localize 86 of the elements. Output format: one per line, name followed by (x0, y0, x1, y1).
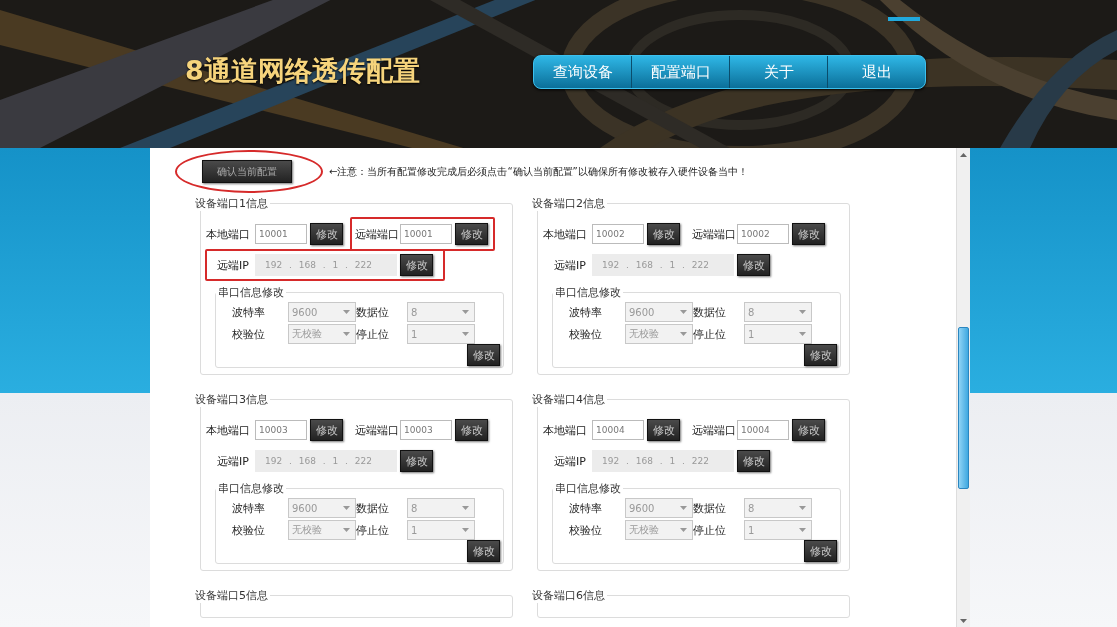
modify-button[interactable]: 修改 (455, 223, 488, 245)
caret-icon (799, 310, 806, 314)
field-label: 波特率 (569, 304, 603, 320)
modify-button[interactable]: 修改 (467, 344, 500, 366)
scroll-down-icon[interactable] (960, 618, 967, 623)
field-label: 波特率 (232, 500, 266, 516)
confirm-button[interactable]: 确认当前配置 (201, 160, 292, 183)
input-field[interactable]: 10004 (592, 420, 644, 440)
modify-button[interactable]: 修改 (310, 419, 343, 441)
input-field[interactable]: 10003 (255, 420, 307, 440)
accent-bar (888, 17, 920, 21)
caret-icon (343, 310, 350, 314)
input-field[interactable]: 10001 (255, 224, 307, 244)
section-title: 设备端口1信息 (193, 196, 270, 211)
field-label: 停止位 (693, 326, 727, 342)
field-label: 远端端口 (692, 422, 734, 438)
field-label: 校验位 (232, 522, 266, 538)
modify-button[interactable]: 修改 (804, 540, 837, 562)
caret-icon (799, 528, 806, 532)
field-label: 校验位 (569, 326, 603, 342)
input-field[interactable]: 10001 (400, 224, 452, 244)
caret-icon (462, 310, 469, 314)
field-label: 本地端口 (206, 226, 251, 242)
field-label: 数据位 (693, 500, 727, 516)
field-label: 远端端口 (355, 422, 397, 438)
field-label: 波特率 (569, 500, 603, 516)
modify-button[interactable]: 修改 (467, 540, 500, 562)
section-title: 设备端口2信息 (530, 196, 607, 211)
field-label: 远端端口 (355, 226, 397, 242)
field-label: 本地端口 (543, 226, 588, 242)
caret-icon (462, 506, 469, 510)
field-label: 停止位 (356, 522, 390, 538)
caret-icon (680, 506, 687, 510)
caret-icon (799, 506, 806, 510)
modify-button[interactable]: 修改 (792, 419, 825, 441)
modify-button[interactable]: 修改 (792, 223, 825, 245)
modify-button[interactable]: 修改 (647, 223, 680, 245)
section-title: 串口信息修改 (216, 481, 286, 496)
field-label: 数据位 (356, 500, 390, 516)
field-label: 校验位 (569, 522, 603, 538)
section-title: 设备端口6信息 (530, 588, 607, 603)
nav-link[interactable]: 退出 (827, 56, 925, 88)
caret-icon (462, 528, 469, 532)
field-label: 远端IP (217, 453, 250, 469)
section-title: 设备端口5信息 (193, 588, 270, 603)
caret-icon (680, 332, 687, 336)
field-label: 停止位 (693, 522, 727, 538)
field-label: 停止位 (356, 326, 390, 342)
caret-icon (343, 528, 350, 532)
field-label: 波特率 (232, 304, 266, 320)
field-label: 数据位 (693, 304, 727, 320)
field-label: 远端IP (554, 257, 587, 273)
section-title: 串口信息修改 (216, 285, 286, 300)
nav-link[interactable]: 关于 (729, 56, 827, 88)
page-title: 8通道网络透传配置 (185, 55, 421, 88)
section-title: 设备端口3信息 (193, 392, 270, 407)
caret-icon (343, 506, 350, 510)
nav-link[interactable]: 查询设备 (534, 56, 631, 88)
section-title: 串口信息修改 (553, 481, 623, 496)
input-field[interactable]: 10004 (737, 420, 789, 440)
section-title: 串口信息修改 (553, 285, 623, 300)
field-label: 远端IP (554, 453, 587, 469)
modify-button[interactable]: 修改 (804, 344, 837, 366)
scrollbar-thumb[interactable] (958, 327, 969, 489)
field-label: 数据位 (356, 304, 390, 320)
input-field[interactable]: 10002 (737, 224, 789, 244)
nav-link[interactable]: 配置端口 (631, 56, 729, 88)
field-label: 远端IP (217, 257, 250, 273)
input-field[interactable]: 10002 (592, 224, 644, 244)
caret-icon (462, 332, 469, 336)
scrollbar[interactable] (956, 148, 970, 627)
modify-button[interactable]: 修改 (455, 419, 488, 441)
caret-icon (799, 332, 806, 336)
caret-icon (343, 332, 350, 336)
input-field[interactable]: 10003 (400, 420, 452, 440)
notice-text: ←注意：当所有配置修改完成后必须点击“确认当前配置”以确保所有修改被存入硬件设备当中！ (329, 164, 748, 179)
modify-button[interactable]: 修改 (647, 419, 680, 441)
caret-icon (680, 528, 687, 532)
scroll-up-icon[interactable] (960, 152, 967, 157)
field-label: 校验位 (232, 326, 266, 342)
field-label: 本地端口 (543, 422, 588, 438)
modify-button[interactable]: 修改 (310, 223, 343, 245)
field-label: 本地端口 (206, 422, 251, 438)
caret-icon (680, 310, 687, 314)
section-title: 设备端口4信息 (530, 392, 607, 407)
field-label: 远端端口 (692, 226, 734, 242)
